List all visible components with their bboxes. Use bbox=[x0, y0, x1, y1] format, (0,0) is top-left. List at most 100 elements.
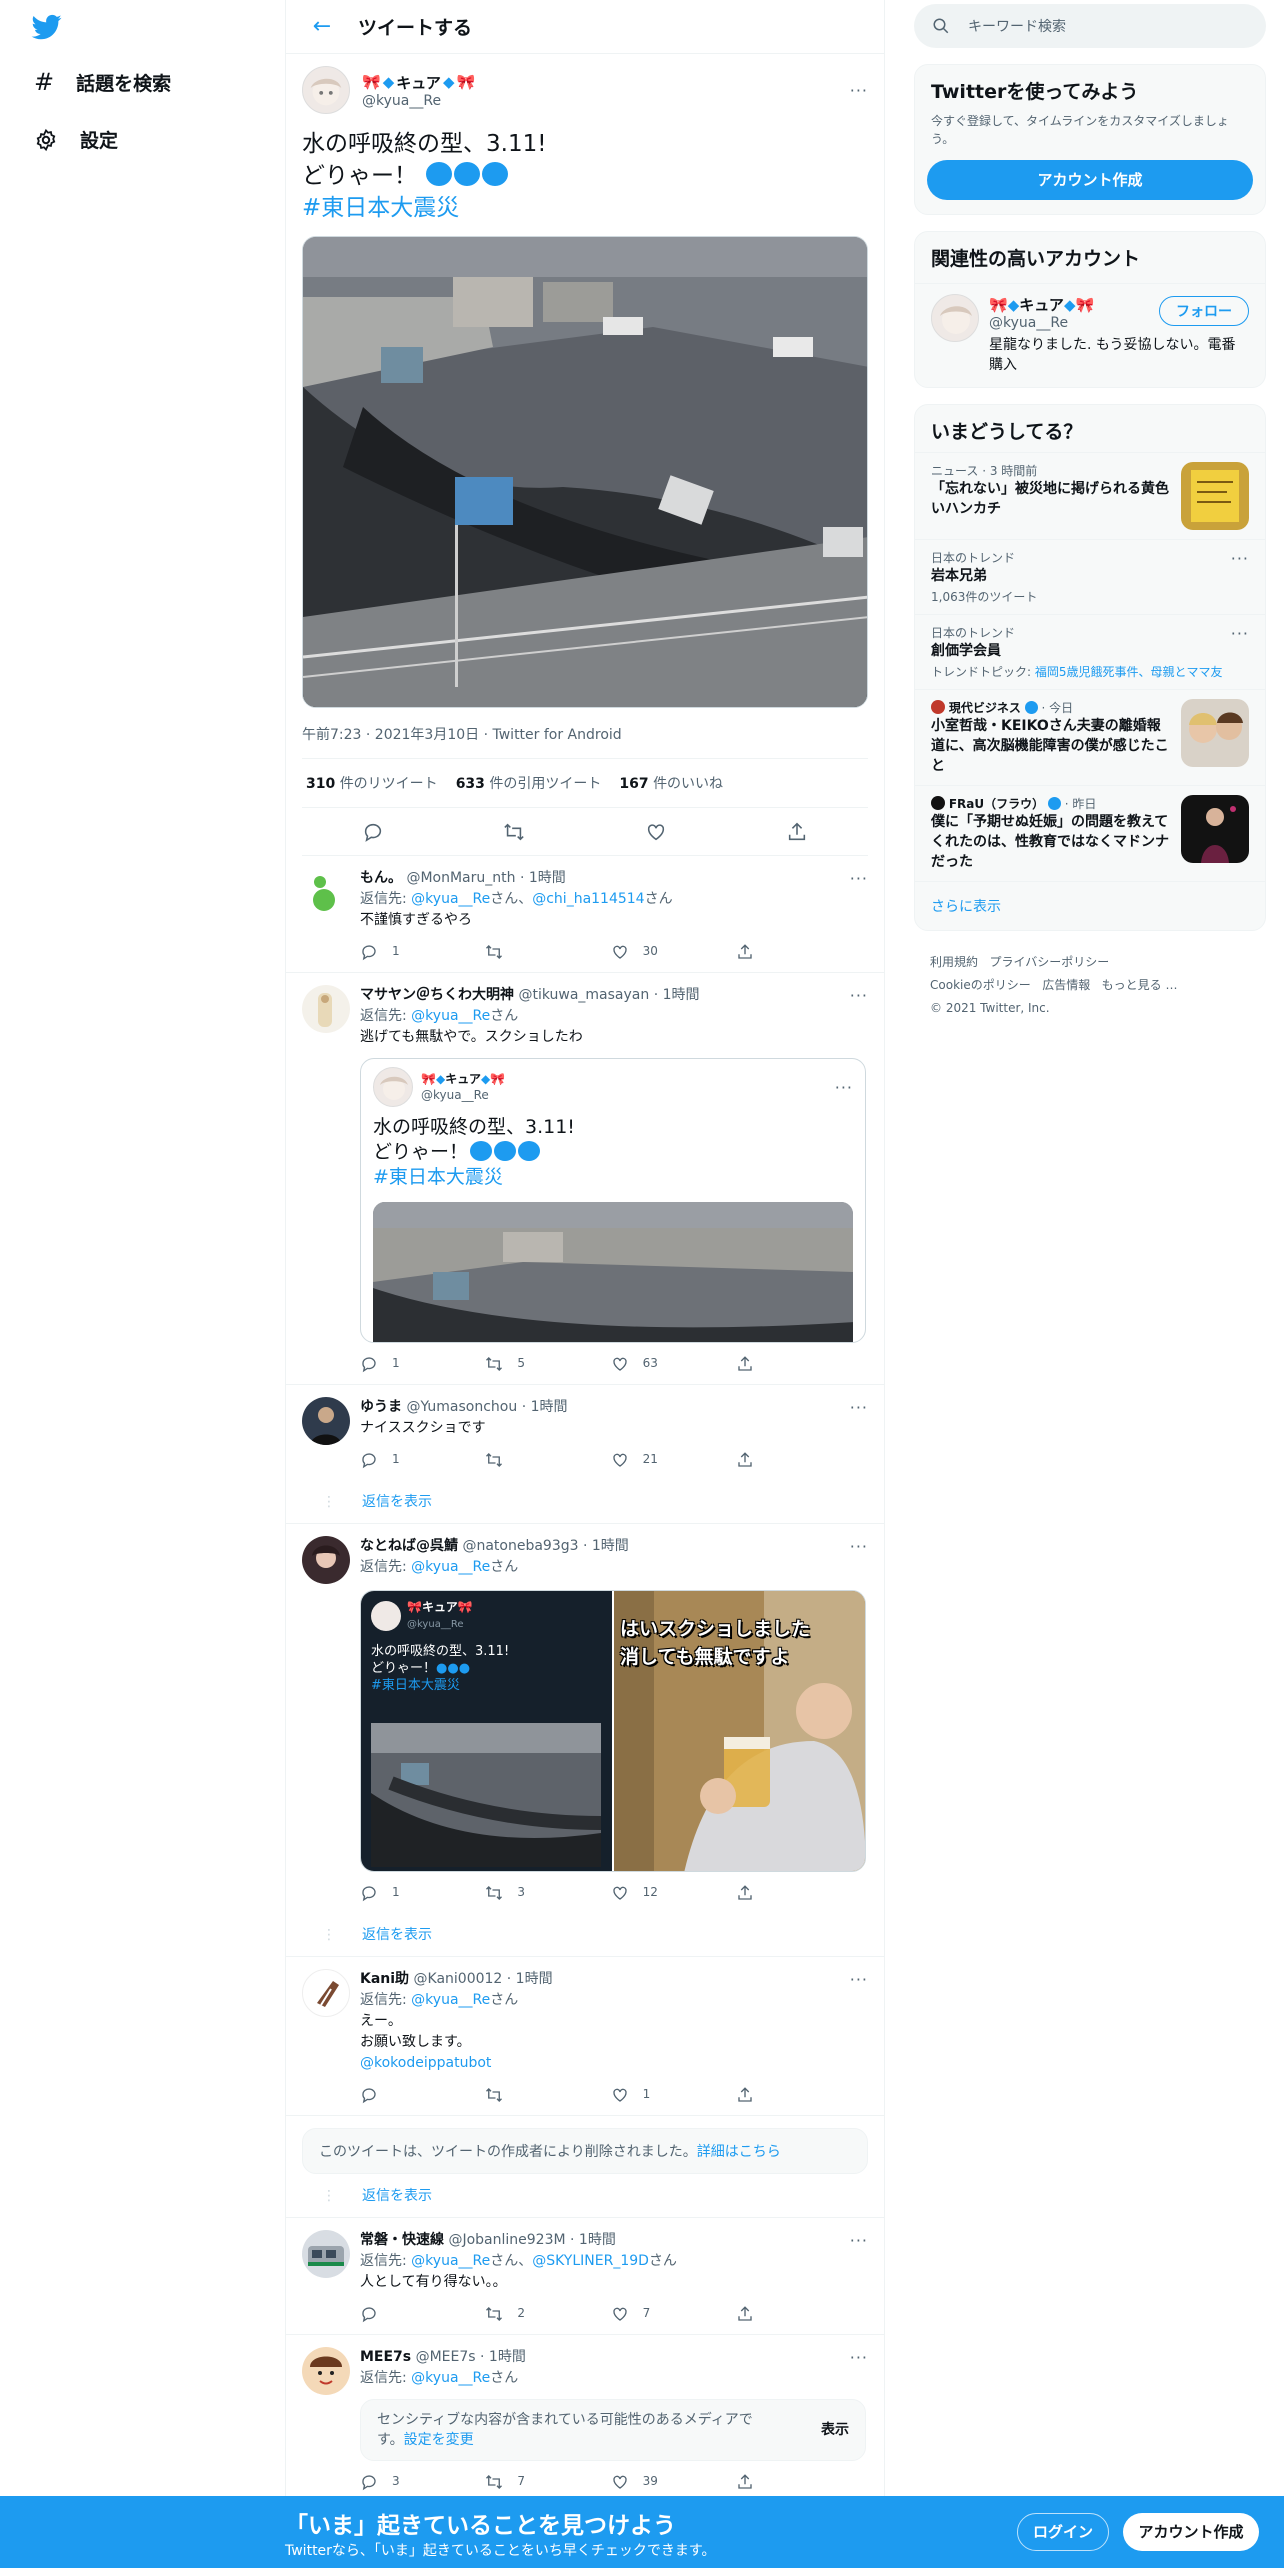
trend-topic-link[interactable]: 福岡5歳児餓死事件、母親とママ友 bbox=[1035, 665, 1223, 679]
reply-name[interactable]: Kani助 bbox=[360, 1971, 409, 1987]
quotes-stat[interactable]: 633 件の引用ツイート bbox=[456, 773, 602, 793]
retweet-action[interactable]: 2 bbox=[485, 2303, 545, 2324]
avatar[interactable] bbox=[302, 2230, 350, 2278]
reply-time[interactable]: · 1時間 bbox=[522, 1399, 568, 1415]
reply-handle[interactable]: @MEE7s bbox=[416, 2349, 476, 2365]
avatar[interactable] bbox=[302, 1536, 350, 1584]
more-options-icon[interactable]: ··· bbox=[850, 1969, 868, 1990]
reply-name[interactable]: マサヤン＠ちくわ大明神 bbox=[360, 987, 514, 1003]
retweet-icon[interactable] bbox=[503, 821, 525, 843]
reply-handle[interactable]: @Kani00012 bbox=[414, 1971, 503, 1987]
search-input[interactable]: キーワード検索 bbox=[914, 4, 1266, 48]
login-button[interactable]: ログイン bbox=[1017, 2513, 1109, 2551]
footer-link[interactable]: もっと見る … bbox=[1102, 978, 1178, 992]
retweet-action[interactable]: 7 bbox=[485, 2471, 545, 2492]
author-handle[interactable]: @kyua__Re bbox=[362, 93, 850, 109]
reply-handle[interactable]: @natoneba93g3 bbox=[462, 1538, 578, 1554]
tweet-image[interactable] bbox=[302, 236, 868, 708]
likes-stat[interactable]: 167 件のいいね bbox=[619, 773, 723, 793]
reply-tweet[interactable]: マサヤン＠ちくわ大明神 @tikuwa_masayan · 1時間 ··· 返信先… bbox=[286, 973, 884, 1385]
mention-link[interactable]: @kyua__Re bbox=[411, 1008, 490, 1024]
nav-settings[interactable]: 設定 bbox=[34, 126, 118, 153]
reply-tweet[interactable]: ゆうま @Yumasonchou · 1時間 ··· ナイススクショです 1 21 bbox=[286, 1385, 884, 1480]
more-options-icon[interactable]: ··· bbox=[850, 81, 868, 100]
signup-button[interactable]: アカウント作成 bbox=[1123, 2513, 1259, 2551]
show-more-link[interactable]: さらに表示 bbox=[915, 881, 1265, 930]
show-media-button[interactable]: 表示 bbox=[821, 2420, 849, 2440]
like-action[interactable]: 63 bbox=[611, 1353, 671, 1374]
quoted-tweet[interactable]: 🎀◆キュア◆🎀 @kyua__Re ··· 水の呼吸終の型、3.11! どりゃー！… bbox=[360, 1058, 866, 1343]
share-action[interactable] bbox=[736, 2471, 796, 2492]
change-settings-link[interactable]: 設定を変更 bbox=[404, 2432, 474, 2448]
more-options-icon[interactable]: ··· bbox=[850, 1536, 868, 1557]
reply-action[interactable] bbox=[360, 2303, 420, 2324]
like-action[interactable]: 7 bbox=[611, 2303, 671, 2324]
screenshot-image[interactable]: 🎀キュア🎀 @kyua__Re 水の呼吸終の型、3.11! どりゃー！●●● #東… bbox=[361, 1591, 613, 1871]
mention-link[interactable]: @kyua__Re bbox=[411, 1992, 490, 2008]
reply-time[interactable]: · 1時間 bbox=[570, 2232, 616, 2248]
trend-item[interactable]: 日本のトレンド 岩本兄弟 1,063件のツイート ··· bbox=[915, 539, 1265, 614]
mention-link[interactable]: @kyua__Re bbox=[411, 2253, 490, 2269]
avatar[interactable] bbox=[302, 1397, 350, 1445]
more-options-icon[interactable]: ··· bbox=[850, 2347, 868, 2368]
trend-item[interactable]: FRaU（フラウ） · 昨日 僕に「予期せぬ妊娠」の問題を教えてくれたのは、性教育… bbox=[915, 785, 1265, 881]
reply-action[interactable]: 1 bbox=[360, 1353, 420, 1374]
reply-tweet[interactable]: Kani助 @Kani00012 · 1時間 ··· 返信先: @kyua__Re… bbox=[286, 1957, 884, 2116]
tweet-meta[interactable]: 午前7:23 · 2021年3月10日 · Twitter for Androi… bbox=[302, 724, 868, 759]
reply-icon[interactable] bbox=[362, 821, 384, 843]
share-action[interactable] bbox=[736, 1353, 796, 1374]
footer-link[interactable]: 広告情報 bbox=[1042, 978, 1090, 992]
reply-action[interactable]: 1 bbox=[360, 1882, 420, 1903]
avatar[interactable] bbox=[302, 2347, 350, 2395]
share-action[interactable] bbox=[736, 1449, 796, 1470]
like-action[interactable]: 21 bbox=[611, 1449, 671, 1470]
mention-link[interactable]: @SKYLINER_19D bbox=[532, 2253, 649, 2269]
more-options-icon[interactable]: ··· bbox=[850, 1397, 868, 1418]
hashtag-link[interactable]: #東日本大震災 bbox=[373, 1165, 853, 1190]
show-replies-link[interactable]: ⋮ 返信を表示 bbox=[286, 1913, 884, 1957]
reply-action[interactable]: 3 bbox=[360, 2471, 420, 2492]
more-options-icon[interactable]: ··· bbox=[850, 985, 868, 1006]
retweet-action[interactable] bbox=[485, 941, 545, 962]
reply-time[interactable]: · 1時間 bbox=[520, 870, 566, 886]
more-options-icon[interactable]: ··· bbox=[1231, 549, 1249, 605]
reply-tweet[interactable]: MEE7s @MEE7s · 1時間 ··· 返信先: @kyua__Reさん セ… bbox=[286, 2335, 884, 2503]
share-action[interactable] bbox=[736, 1882, 796, 1903]
avatar[interactable] bbox=[302, 868, 350, 916]
share-action[interactable] bbox=[736, 941, 796, 962]
reply-action[interactable]: 1 bbox=[360, 941, 420, 962]
reply-tweet[interactable]: もん。 @MonMaru_nth · 1時間 ··· 返信先: @kyua__Re… bbox=[286, 856, 884, 973]
reply-time[interactable]: · 1時間 bbox=[583, 1538, 629, 1554]
reply-action[interactable] bbox=[360, 2084, 420, 2105]
reply-name[interactable]: 常磐・快速線 bbox=[360, 2232, 444, 2248]
retweet-action[interactable] bbox=[485, 1449, 545, 1470]
back-arrow-icon[interactable]: ← bbox=[286, 14, 358, 39]
more-options-icon[interactable]: ··· bbox=[850, 2230, 868, 2251]
share-action[interactable] bbox=[736, 2303, 796, 2324]
mention-link[interactable]: @chi_ha114514 bbox=[532, 891, 644, 907]
avatar[interactable] bbox=[302, 985, 350, 1033]
like-icon[interactable] bbox=[645, 821, 667, 843]
trend-item[interactable]: ニュース · 3 時間前 「忘れない」被災地に掲げられる黄色いハンカチ bbox=[915, 452, 1265, 539]
mention-link[interactable]: @kyua__Re bbox=[411, 891, 490, 907]
like-action[interactable]: 12 bbox=[611, 1882, 671, 1903]
author-name[interactable]: 🎀 ◆ キュア ◆ 🎀 bbox=[362, 72, 850, 93]
show-replies-link[interactable]: ⋮ 返信を表示 bbox=[286, 2174, 884, 2218]
avatar[interactable] bbox=[302, 66, 350, 114]
beer-photo[interactable]: はいスクショしました 消しても無駄ですよ bbox=[614, 1591, 865, 1871]
follow-button[interactable]: フォロー bbox=[1159, 296, 1249, 326]
footer-link[interactable]: プライバシーポリシー bbox=[989, 955, 1109, 969]
reply-name[interactable]: MEE7s bbox=[360, 2349, 411, 2365]
reply-name[interactable]: なとねば@呉鯖 bbox=[360, 1538, 458, 1554]
reply-time[interactable]: · 1時間 bbox=[480, 2349, 526, 2365]
share-icon[interactable] bbox=[786, 821, 808, 843]
mention-link[interactable]: @kyua__Re bbox=[411, 2370, 490, 2386]
show-replies-link[interactable]: ⋮ 返信を表示 bbox=[286, 1480, 884, 1524]
like-action[interactable]: 39 bbox=[611, 2471, 671, 2492]
retweets-stat[interactable]: 310 件のリツイート bbox=[306, 773, 438, 793]
reply-action[interactable]: 1 bbox=[360, 1449, 420, 1470]
reply-name[interactable]: もん。 bbox=[360, 870, 402, 886]
trend-item[interactable]: 現代ビジネス · 今日 小室哲哉・KEIKOさん夫妻の離婚報道に、高次脳機能障害の… bbox=[915, 689, 1265, 785]
footer-link[interactable]: 利用規約 bbox=[930, 955, 978, 969]
reply-time[interactable]: · 1時間 bbox=[507, 1971, 553, 1987]
